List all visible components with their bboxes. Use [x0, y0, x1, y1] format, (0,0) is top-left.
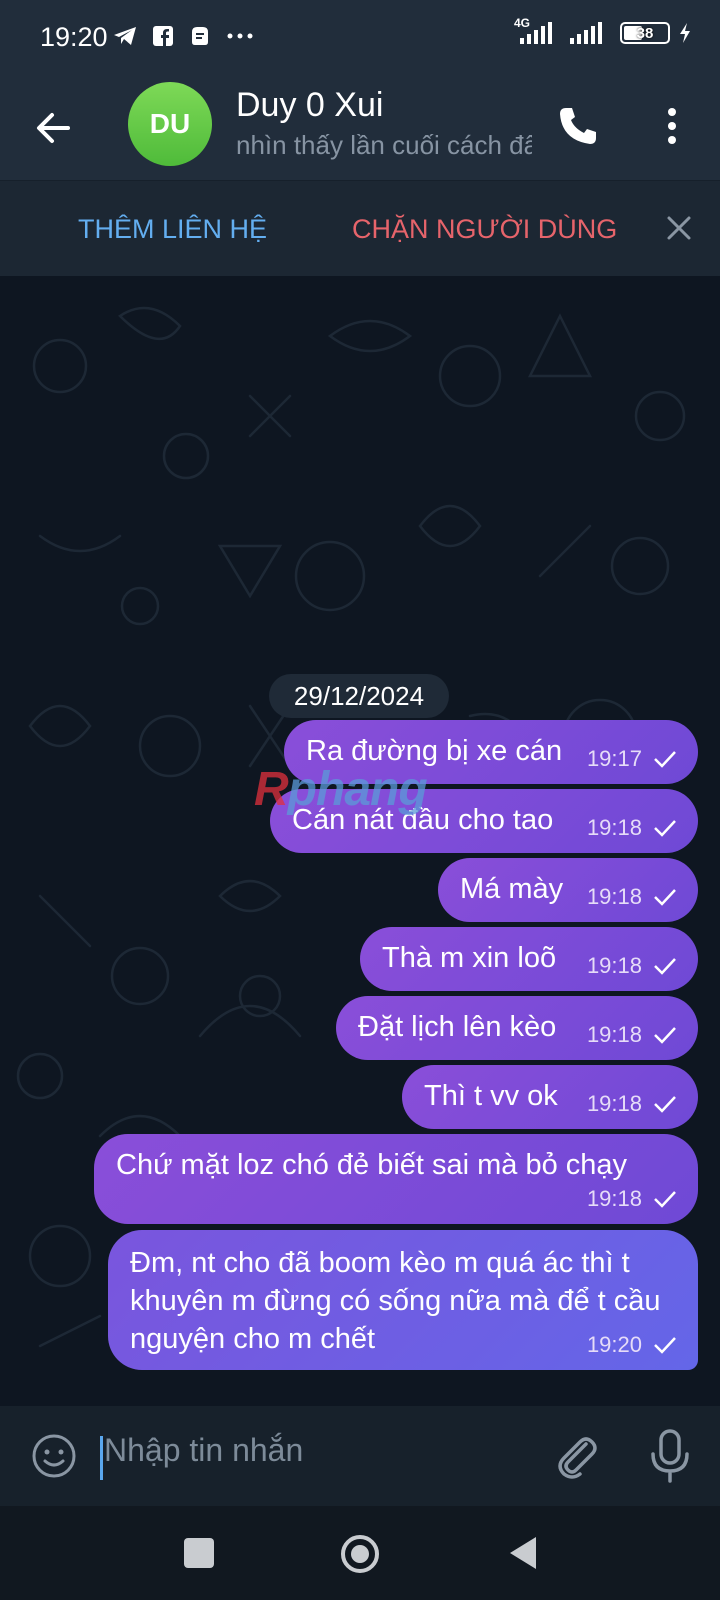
close-icon[interactable]	[664, 213, 694, 243]
block-user-button[interactable]: CHẶN NGƯỜI DÙNG	[352, 214, 617, 245]
telegram-icon	[114, 27, 136, 45]
message-input[interactable]: Nhập tin nhắn	[104, 1432, 303, 1469]
home-button-icon[interactable]	[340, 1534, 380, 1574]
status-bar: 19:20 4G 38	[0, 0, 720, 74]
attachment-icon[interactable]	[552, 1430, 600, 1482]
text-cursor	[100, 1436, 103, 1480]
sent-check-icon	[654, 751, 676, 768]
sent-check-icon	[654, 1337, 676, 1354]
recent-apps-button[interactable]	[184, 1538, 214, 1568]
message-meta: 19:18	[587, 1186, 678, 1212]
back-arrow-icon[interactable]	[30, 104, 78, 152]
message-bubble[interactable]: Đm, nt cho đã boom kèo m quá ác thì t kh…	[108, 1230, 698, 1370]
charging-icon	[680, 23, 690, 43]
message-bubble[interactable]: Chứ mặt loz chó đẻ biết sai mà bỏ chạy 1…	[94, 1134, 698, 1224]
microphone-icon[interactable]	[648, 1428, 692, 1484]
more-notifications-icon	[227, 33, 253, 39]
last-seen-status: nhìn thấy lần cuối cách đây	[236, 130, 532, 160]
signal-4g-icon: 4G	[514, 16, 552, 44]
message-text: Đặt lịch lên kèo	[358, 1011, 557, 1043]
add-contact-button[interactable]: THÊM LIÊN HỆ	[78, 214, 267, 245]
avatar[interactable]: DU	[128, 82, 212, 166]
network-type: 4G	[514, 16, 531, 30]
message-meta: 19:18	[587, 815, 678, 841]
message-meta: 19:18	[587, 953, 678, 979]
signal-icon	[570, 22, 602, 44]
message-bubble[interactable]: Đặt lịch lên kèo 19:18	[336, 996, 698, 1060]
date-separator: 29/12/2024	[269, 674, 449, 718]
message-text: Thì t vv ok	[424, 1080, 558, 1112]
system-navigation-bar	[0, 1506, 720, 1600]
sent-check-icon	[654, 958, 676, 975]
message-time: 19:17	[586, 746, 642, 771]
message-time: 19:20	[586, 1332, 642, 1357]
message-text: Thà m xin loõ	[382, 942, 557, 974]
message-time: 19:18	[586, 1186, 642, 1211]
phone-call-icon[interactable]	[554, 102, 602, 150]
message-time: 19:18	[586, 884, 642, 909]
message-text: Chứ mặt loz chó đẻ biết sai mà bỏ chạy	[116, 1149, 628, 1181]
sent-check-icon	[654, 889, 676, 906]
more-vertical-icon[interactable]	[652, 102, 692, 150]
facebook-icon	[153, 26, 173, 46]
watermark-logo: Rphang	[254, 763, 428, 816]
message-time: 19:18	[586, 815, 642, 840]
message-meta: 19:17	[587, 746, 678, 772]
notification-icons	[112, 24, 254, 48]
battery-level: 38	[636, 24, 654, 42]
message-meta: 19:20	[587, 1332, 678, 1358]
sent-check-icon	[654, 820, 676, 837]
message-composer: Nhập tin nhắn	[0, 1406, 720, 1506]
message-time: 19:18	[586, 1022, 642, 1047]
watermark-text: phang	[287, 763, 428, 816]
message-bubble[interactable]: Thì t vv ok 19:18	[402, 1065, 698, 1129]
message-bubble[interactable]: Má mày 19:18	[438, 858, 698, 922]
message-text: Má mày	[460, 873, 564, 905]
app-notification-icon	[192, 27, 208, 45]
message-time: 19:18	[586, 953, 642, 978]
message-meta: 19:18	[587, 1022, 678, 1048]
battery-icon: 38	[620, 22, 670, 44]
message-meta: 19:18	[587, 1091, 678, 1117]
status-time: 19:20	[40, 22, 108, 52]
message-time: 19:18	[586, 1091, 642, 1116]
chat-header: DU Duy 0 Xui nhìn thấy lần cuối cách đây	[0, 74, 720, 180]
contact-action-bar: THÊM LIÊN HỆ CHẶN NGƯỜI DÙNG	[0, 180, 720, 276]
chat-area[interactable]: 29/12/2024 Ra đường bị xe cán 19:17 Cán …	[0, 276, 720, 1406]
sent-check-icon	[654, 1191, 676, 1208]
message-bubble[interactable]: Thà m xin loõ 19:18	[360, 927, 698, 991]
message-meta: 19:18	[587, 884, 678, 910]
nav-back-icon[interactable]	[506, 1534, 540, 1572]
emoji-icon[interactable]	[30, 1432, 78, 1480]
sent-check-icon	[654, 1096, 676, 1113]
system-icons: 4G 38	[514, 16, 692, 44]
contact-name[interactable]: Duy 0 Xui	[236, 86, 383, 125]
sent-check-icon	[654, 1027, 676, 1044]
